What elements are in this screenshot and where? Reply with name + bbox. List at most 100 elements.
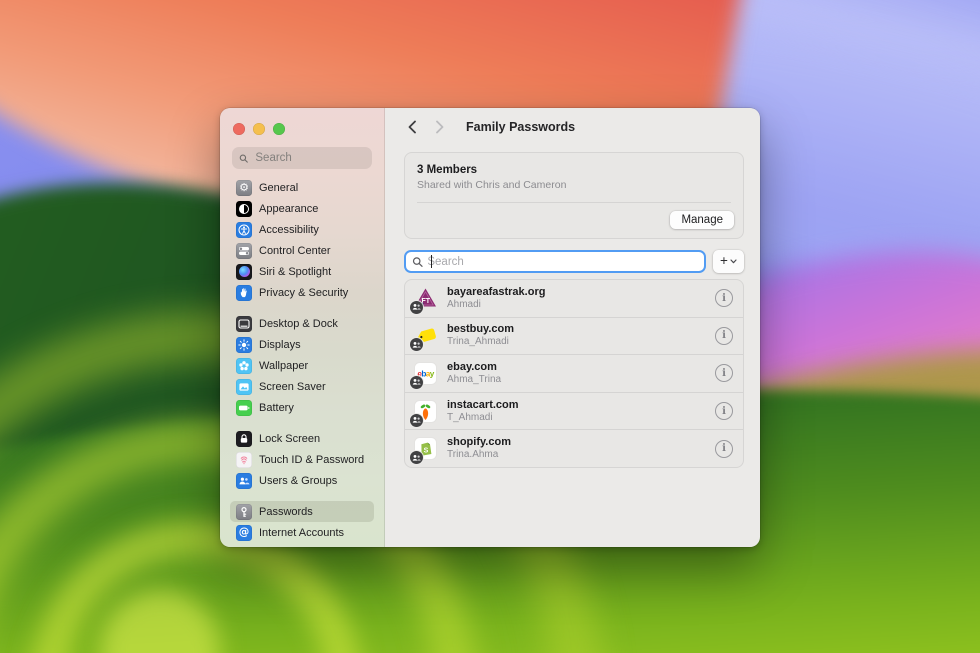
key-icon [236,504,252,520]
chevron-down-icon [730,259,737,264]
sidebar-group-gap [230,418,374,428]
sidebar-item-accessibility[interactable]: Accessibility [230,219,374,240]
sidebar-item-label: Touch ID & Password [259,454,364,466]
text-caret [431,255,432,268]
users-icon [236,473,252,489]
sidebar-search-field[interactable] [232,147,372,169]
desktop-dock-icon [236,316,252,332]
password-row-shopify[interactable]: S shopify.com Trina.Ahma i [405,429,743,467]
site-name: ebay.com [447,361,501,374]
members-subtitle: Shared with Chris and Cameron [417,179,731,191]
site-name: instacart.com [447,399,519,412]
sidebar-item-battery[interactable]: Battery [230,397,374,418]
members-count: 3 Members [417,164,731,176]
password-row-bestbuy[interactable]: bestbuy.com Trina_Ahmadi i [405,317,743,355]
username: T_Ahmadi [447,412,519,424]
window-controls [233,123,285,135]
page-title: Family Passwords [466,120,575,134]
username: Trina_Ahmadi [447,336,514,348]
sidebar-item-general[interactable]: ⚙ General [230,177,374,198]
sidebar-items: ⚙ General Appearance Accessibility Contr… [220,177,384,543]
shared-badge-icon [410,301,423,314]
sidebar-item-control-center[interactable]: Control Center [230,240,374,261]
forward-button[interactable] [428,115,452,139]
lock-icon [236,431,252,447]
search-icon [239,153,248,164]
site-name: bestbuy.com [447,323,514,336]
sidebar-item-privacy-security[interactable]: Privacy & Security [230,282,374,303]
sidebar-item-label: Control Center [259,245,331,257]
sidebar-item-users-groups[interactable]: Users & Groups [230,470,374,491]
sidebar-item-touch-id[interactable]: Touch ID & Password [230,449,374,470]
manage-button[interactable]: Manage [670,211,734,229]
plus-icon: + [720,254,728,268]
fastrak-logo-icon: FT [414,287,437,310]
members-card: 3 Members Shared with Chris and Cameron … [404,152,744,239]
sidebar-item-label: Privacy & Security [259,287,348,299]
sidebar-item-label: Desktop & Dock [259,318,338,330]
settings-sidebar: ⚙ General Appearance Accessibility Contr… [220,108,385,547]
password-search-row: + [404,250,744,273]
sidebar-item-label: Battery [259,402,294,414]
info-icon[interactable]: i [715,440,733,458]
shared-badge-icon [410,376,423,389]
system-settings-window: ⚙ General Appearance Accessibility Contr… [220,108,760,547]
appearance-icon [236,201,252,217]
accessibility-icon [236,222,252,238]
site-name: shopify.com [447,436,511,449]
password-row-bayareafastrak[interactable]: FT bayareafastrak.org Ahmadi i [405,280,743,317]
sidebar-item-appearance[interactable]: Appearance [230,198,374,219]
password-row-instacart[interactable]: instacart.com T_Ahmadi i [405,392,743,430]
control-center-icon [236,243,252,259]
gear-icon: ⚙ [236,180,252,196]
back-button[interactable] [400,115,424,139]
sidebar-search-input[interactable] [253,151,365,165]
sidebar-item-wallpaper[interactable]: Wallpaper [230,355,374,376]
info-icon[interactable]: i [715,289,733,307]
shared-badge-icon [410,338,423,351]
sidebar-item-passwords[interactable]: Passwords [230,501,374,522]
screen-saver-icon [236,379,252,395]
sidebar-item-label: Lock Screen [259,433,320,445]
touch-id-icon [236,452,252,468]
close-button[interactable] [233,123,245,135]
privacy-hand-icon [236,285,252,301]
password-row-ebay[interactable]: ebay ebay.com Ahma_Trina i [405,354,743,392]
zoom-button[interactable] [273,123,285,135]
sidebar-item-screen-saver[interactable]: Screen Saver [230,376,374,397]
search-icon [412,256,423,268]
password-search-field[interactable] [404,250,706,273]
sidebar-group-gap [230,303,374,313]
username: Ahmadi [447,299,545,311]
sidebar-item-label: Accessibility [259,224,319,236]
sidebar-item-label: Screen Saver [259,381,326,393]
battery-icon [236,400,252,416]
sidebar-item-label: Appearance [259,203,318,215]
sidebar-item-displays[interactable]: Displays [230,334,374,355]
password-search-input[interactable] [427,256,698,268]
info-icon[interactable]: i [715,364,733,382]
sidebar-group-gap [230,491,374,501]
info-icon[interactable]: i [715,402,733,420]
bestbuy-tag-icon [414,324,437,347]
shared-badge-icon [410,414,423,427]
sidebar-item-label: Siri & Spotlight [259,266,331,278]
minimize-button[interactable] [253,123,265,135]
chevron-left-icon [407,120,417,134]
sidebar-item-internet-accounts[interactable]: @ Internet Accounts [230,522,374,543]
username: Trina.Ahma [447,449,511,461]
sidebar-item-label: Passwords [259,506,313,518]
displays-sun-icon [236,337,252,353]
at-icon: @ [236,525,252,541]
add-password-button[interactable]: + [713,250,744,273]
info-icon[interactable]: i [715,327,733,345]
sidebar-item-siri-spotlight[interactable]: Siri & Spotlight [230,261,374,282]
username: Ahma_Trina [447,374,501,386]
svg-text:S: S [424,448,429,455]
instacart-carrot-icon [414,400,437,423]
shared-badge-icon [410,451,423,464]
chevron-right-icon [435,120,445,134]
sidebar-item-lock-screen[interactable]: Lock Screen [230,428,374,449]
ebay-logo-icon: ebay [414,362,437,385]
sidebar-item-desktop-dock[interactable]: Desktop & Dock [230,313,374,334]
